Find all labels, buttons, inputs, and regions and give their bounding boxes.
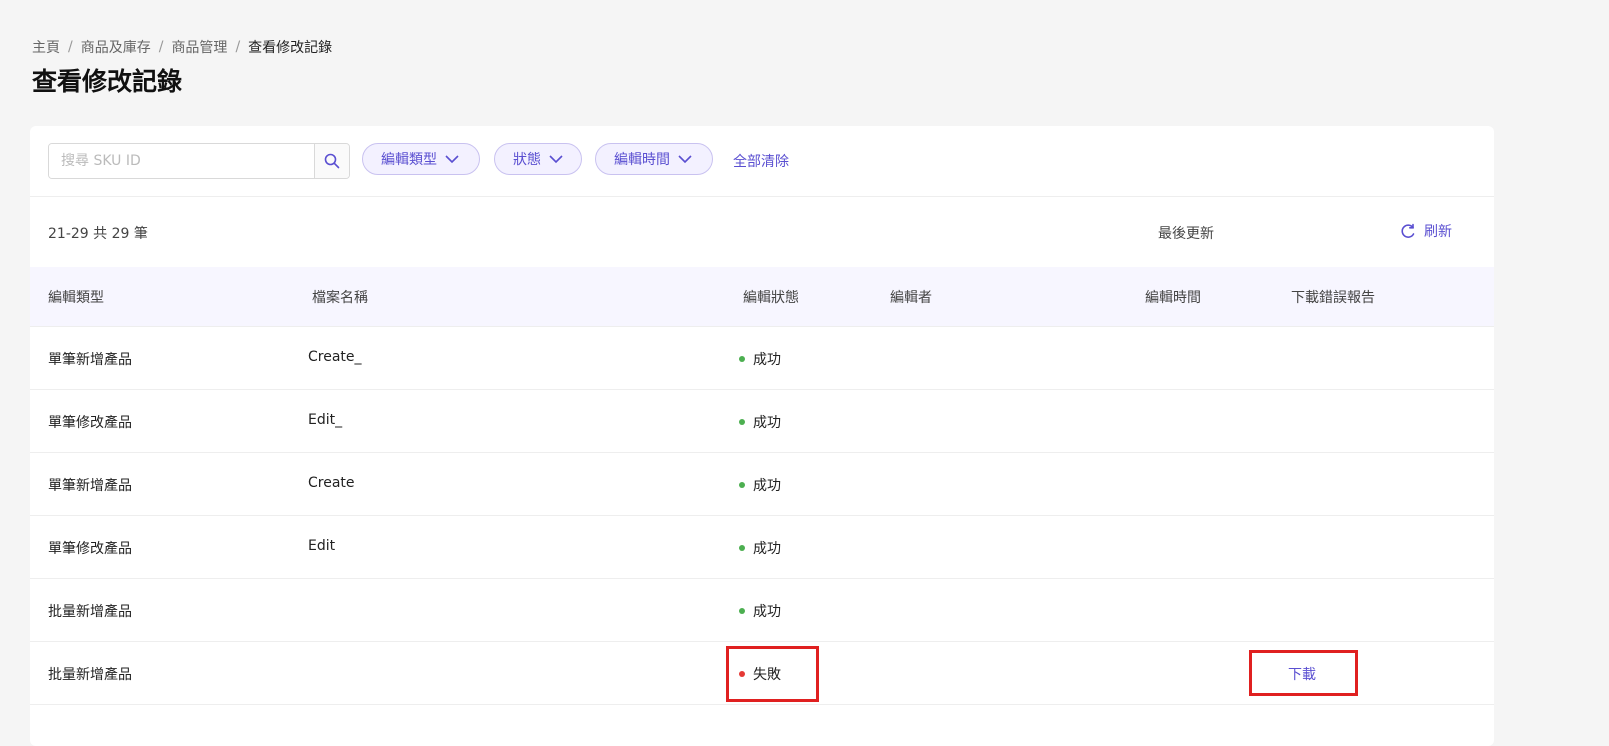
table-row: 單筆新增產品 Create_ 成功: [30, 327, 1494, 390]
cell-edit-type: 單筆修改產品: [48, 541, 132, 557]
refresh-icon: [1401, 223, 1415, 238]
cell-file-name: Edit_: [308, 412, 343, 428]
breadcrumb-separator: /: [68, 39, 73, 55]
breadcrumb: 主頁 / 商品及庫存 / 商品管理 / 查看修改記錄: [32, 37, 332, 57]
status-dot-success: [739, 482, 745, 488]
refresh-button[interactable]: 刷新: [1400, 221, 1452, 241]
column-header-editor: 編輯者: [890, 290, 932, 306]
cell-file-name: Create: [308, 475, 355, 491]
cell-status: 成功: [739, 349, 781, 369]
column-header-edit-time: 編輯時間: [1145, 290, 1201, 306]
cell-status: 成功: [739, 601, 781, 621]
column-header-edit-status: 編輯狀態: [743, 290, 799, 306]
refresh-label: 刷新: [1424, 224, 1452, 240]
cell-status: 成功: [739, 412, 781, 432]
table-row: 單筆修改產品 Edit 成功: [30, 516, 1494, 579]
filter-edit-time[interactable]: 編輯時間: [595, 143, 713, 175]
status-text: 成功: [753, 604, 781, 620]
filter-edit-type-label: 編輯類型: [381, 152, 437, 168]
chevron-down-icon: [549, 154, 563, 163]
column-header-edit-type: 編輯類型: [48, 290, 104, 306]
search-box: [48, 143, 350, 179]
clear-all-link[interactable]: 全部清除: [733, 151, 789, 171]
cell-file-name: Edit: [308, 538, 336, 554]
search-input[interactable]: [49, 144, 314, 178]
table-row: 批量新增產品 失敗 下載: [30, 642, 1494, 705]
summary-bar: 21-29 共 29 筆 最後更新 刷新: [30, 197, 1494, 267]
breadcrumb-separator: /: [235, 39, 241, 55]
table-row: 批量新增產品 成功: [30, 579, 1494, 642]
filter-status[interactable]: 狀態: [494, 143, 582, 175]
search-icon: [324, 153, 340, 169]
last-update-label: 最後更新: [1158, 226, 1214, 242]
status-dot-success: [739, 356, 745, 362]
status-text: 成功: [753, 415, 781, 431]
chevron-down-icon: [678, 154, 692, 163]
status-dot-success: [739, 419, 745, 425]
cell-status: 成功: [739, 538, 781, 558]
column-header-file-name: 檔案名稱: [312, 290, 368, 306]
cell-edit-type: 批量新增產品: [48, 667, 132, 683]
cell-status: 成功: [739, 475, 781, 495]
table-row: 單筆新增產品 Create 成功: [30, 453, 1494, 516]
page: 主頁 / 商品及庫存 / 商品管理 / 查看修改記錄 查看修改記錄 編輯類型: [0, 0, 1609, 746]
breadcrumb-item-product-management[interactable]: 商品管理: [171, 37, 227, 57]
status-text: 成功: [753, 541, 781, 557]
status-dot-success: [739, 545, 745, 551]
filter-status-label: 狀態: [513, 152, 541, 168]
highlight-box-download: [1249, 650, 1358, 696]
cell-file-name: Create_: [308, 349, 362, 365]
breadcrumb-item-home[interactable]: 主頁: [32, 37, 60, 57]
breadcrumb-item-products-inventory[interactable]: 商品及庫存: [81, 37, 151, 57]
status-dot-success: [739, 608, 745, 614]
chevron-down-icon: [445, 154, 459, 163]
table-body: 單筆新增產品 Create_ 成功 單筆修改產品 Edit_ 成功 單筆新增產品…: [30, 327, 1494, 705]
cell-edit-type: 單筆新增產品: [48, 478, 132, 494]
filter-edit-type[interactable]: 編輯類型: [362, 143, 480, 175]
breadcrumb-item-current: 查看修改記錄: [248, 40, 333, 56]
history-card: 編輯類型 狀態 編輯時間 全部清除 21-29 共 29 筆 最後: [30, 126, 1494, 746]
result-range-text: 21-29 共 29 筆: [48, 226, 148, 242]
status-text: 成功: [753, 478, 781, 494]
status-text: 成功: [753, 352, 781, 368]
column-header-download-error-report: 下載錯誤報告: [1291, 290, 1375, 306]
highlight-box-status: [726, 646, 819, 702]
page-title: 查看修改記錄: [32, 67, 183, 96]
cell-edit-type: 單筆新增產品: [48, 352, 132, 368]
table-header: 編輯類型 檔案名稱 編輯狀態 編輯者 編輯時間 下載錯誤報告: [30, 267, 1494, 327]
search-button[interactable]: [314, 144, 349, 178]
cell-edit-type: 批量新增產品: [48, 604, 132, 620]
filter-toolbar: 編輯類型 狀態 編輯時間 全部清除: [30, 126, 1494, 197]
breadcrumb-separator: /: [158, 39, 164, 55]
table-row: 單筆修改產品 Edit_ 成功: [30, 390, 1494, 453]
cell-edit-type: 單筆修改產品: [48, 415, 132, 431]
filter-edit-time-label: 編輯時間: [614, 152, 670, 168]
